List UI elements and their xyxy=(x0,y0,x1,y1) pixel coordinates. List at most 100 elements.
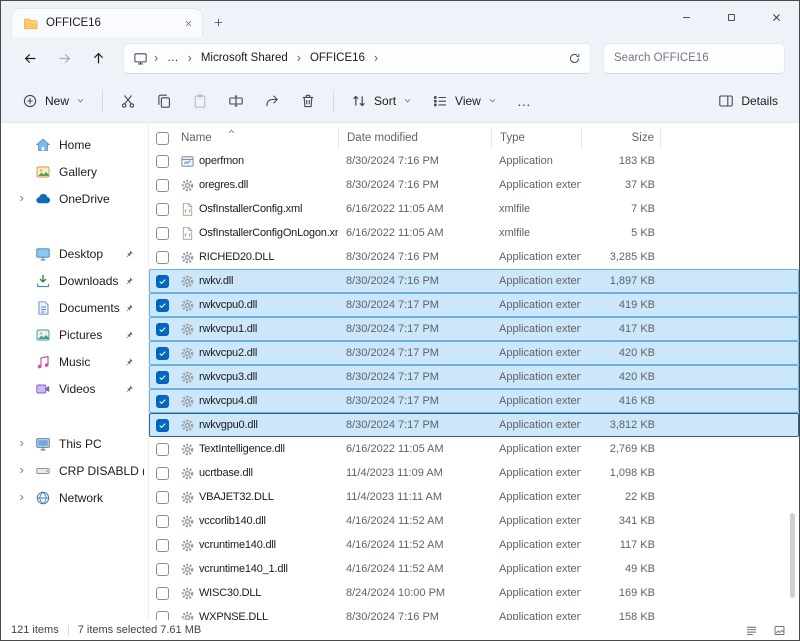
row-checkbox[interactable] xyxy=(156,179,169,192)
file-row-osfinstallerconfig-xml[interactable]: OsfInstallerConfig.xml 6/16/2022 11:05 A… xyxy=(149,197,799,221)
sidebar-item-documents[interactable]: Documents xyxy=(5,294,144,321)
forward-button[interactable] xyxy=(49,43,79,73)
chevron-right-icon[interactable] xyxy=(17,439,35,448)
file-row-rwkv-dll[interactable]: rwkv.dll 8/30/2024 7:16 PM Application e… xyxy=(149,269,799,293)
large-icons-view-button[interactable] xyxy=(769,622,789,638)
see-more-button[interactable]: … xyxy=(508,85,541,117)
scrollbar-thumb[interactable] xyxy=(790,513,795,598)
row-checkbox[interactable] xyxy=(156,323,169,336)
row-checkbox[interactable] xyxy=(156,467,169,480)
chevron-right-icon[interactable] xyxy=(17,303,35,312)
chevron-right-icon[interactable] xyxy=(17,140,35,149)
file-row-wisc30-dll[interactable]: WISC30.DLL 8/24/2024 10:00 PM Applicatio… xyxy=(149,581,799,605)
details-view-button[interactable] xyxy=(741,622,761,638)
file-row-vccorlib140-dll[interactable]: vccorlib140.dll 4/16/2024 11:52 AM Appli… xyxy=(149,509,799,533)
minimize-button[interactable] xyxy=(664,1,709,34)
breadcrumb-office16[interactable]: OFFICE16 xyxy=(304,49,371,67)
file-row-osfinstallerconfigonlogon-xml[interactable]: OsfInstallerConfigOnLogon.xml 6/16/2022 … xyxy=(149,221,799,245)
sidebar-item-crp-disabld-d[interactable]: CRP DISABLD (D:) xyxy=(5,457,144,484)
file-row-rwkvgpu0-dll[interactable]: rwkvgpu0.dll 8/30/2024 7:17 PM Applicati… xyxy=(149,413,799,437)
file-row-rwkvcpu1-dll[interactable]: rwkvcpu1.dll 8/30/2024 7:17 PM Applicati… xyxy=(149,317,799,341)
file-row-vbajet32-dll[interactable]: VBAJET32.DLL 11/4/2023 11:11 AM Applicat… xyxy=(149,485,799,509)
row-checkbox[interactable] xyxy=(156,347,169,360)
breadcrumb-chevron[interactable]: › xyxy=(372,51,380,65)
row-checkbox[interactable] xyxy=(156,299,169,312)
row-checkbox[interactable] xyxy=(156,611,169,621)
file-row-operfmon[interactable]: operfmon 8/30/2024 7:16 PM Application 1… xyxy=(149,149,799,173)
sidebar-item-gallery[interactable]: Gallery xyxy=(5,158,144,185)
row-checkbox[interactable] xyxy=(156,203,169,216)
file-row-rwkvcpu2-dll[interactable]: rwkvcpu2.dll 8/30/2024 7:17 PM Applicati… xyxy=(149,341,799,365)
new-button[interactable]: New xyxy=(13,85,94,117)
details-button[interactable]: Details xyxy=(709,85,787,117)
chevron-right-icon[interactable] xyxy=(17,194,35,203)
row-checkbox[interactable] xyxy=(156,155,169,168)
breadcrumb-microsoft-shared[interactable]: Microsoft Shared xyxy=(195,49,294,67)
monitor-icon[interactable] xyxy=(133,51,148,66)
column-header-size[interactable]: Size xyxy=(581,127,661,149)
row-checkbox[interactable] xyxy=(156,227,169,240)
row-checkbox[interactable] xyxy=(156,371,169,384)
row-checkbox[interactable] xyxy=(156,395,169,408)
back-button[interactable] xyxy=(15,43,45,73)
breadcrumb-chevron[interactable]: › xyxy=(152,51,160,65)
vertical-scrollbar[interactable] xyxy=(790,123,796,620)
chevron-right-icon[interactable] xyxy=(17,384,35,393)
refresh-icon[interactable] xyxy=(568,52,581,65)
file-row-rwkvcpu3-dll[interactable]: rwkvcpu3.dll 8/30/2024 7:17 PM Applicati… xyxy=(149,365,799,389)
sidebar-item-downloads[interactable]: Downloads xyxy=(5,267,144,294)
column-header-date-modified[interactable]: Date modified xyxy=(338,127,491,149)
file-row-rwkvcpu0-dll[interactable]: rwkvcpu0.dll 8/30/2024 7:17 PM Applicati… xyxy=(149,293,799,317)
search-box[interactable] xyxy=(603,43,785,74)
breadcrumb-chevron[interactable]: › xyxy=(295,51,303,65)
chevron-right-icon[interactable] xyxy=(17,466,35,475)
rename-button[interactable] xyxy=(219,85,253,117)
copy-button[interactable] xyxy=(147,85,181,117)
cut-button[interactable] xyxy=(111,85,145,117)
sidebar-item-onedrive[interactable]: OneDrive xyxy=(5,185,144,212)
row-checkbox[interactable] xyxy=(156,275,169,288)
sort-button[interactable]: Sort xyxy=(342,85,421,117)
chevron-right-icon[interactable] xyxy=(17,357,35,366)
close-button[interactable] xyxy=(754,1,799,34)
column-header-type[interactable]: Type xyxy=(491,127,581,149)
view-button[interactable]: View xyxy=(423,85,506,117)
sidebar-item-pictures[interactable]: Pictures xyxy=(5,321,144,348)
search-input[interactable] xyxy=(614,52,774,64)
tab-office16[interactable]: OFFICE16 xyxy=(11,8,203,37)
chevron-right-icon[interactable] xyxy=(17,276,35,285)
file-row-riched20-dll[interactable]: RICHED20.DLL 8/30/2024 7:16 PM Applicati… xyxy=(149,245,799,269)
breadcrumb-chevron[interactable]: › xyxy=(186,51,194,65)
file-row-textintelligence-dll[interactable]: TextIntelligence.dll 6/16/2022 11:05 AM … xyxy=(149,437,799,461)
up-button[interactable] xyxy=(83,43,113,73)
sidebar-item-music[interactable]: Music xyxy=(5,348,144,375)
row-checkbox[interactable] xyxy=(156,539,169,552)
paste-button[interactable] xyxy=(183,85,217,117)
row-checkbox[interactable] xyxy=(156,587,169,600)
file-row-wxpnse-dll[interactable]: WXPNSE.DLL 8/30/2024 7:16 PM Application… xyxy=(149,605,799,620)
chevron-right-icon[interactable] xyxy=(17,167,35,176)
select-all-checkbox[interactable] xyxy=(156,132,169,145)
sidebar-item-home[interactable]: Home xyxy=(5,131,144,158)
chevron-right-icon[interactable] xyxy=(17,330,35,339)
row-checkbox[interactable] xyxy=(156,515,169,528)
row-checkbox[interactable] xyxy=(156,419,169,432)
address-bar[interactable]: › … › Microsoft Shared › OFFICE16 › xyxy=(123,43,591,74)
breadcrumb-overflow[interactable]: … xyxy=(161,49,185,67)
file-row-oregres-dll[interactable]: oregres.dll 8/30/2024 7:16 PM Applicatio… xyxy=(149,173,799,197)
chevron-right-icon[interactable] xyxy=(17,249,35,258)
sidebar-item-videos[interactable]: Videos xyxy=(5,375,144,402)
sidebar-item-network[interactable]: Network xyxy=(5,484,144,511)
new-tab-button[interactable] xyxy=(213,17,224,28)
row-checkbox[interactable] xyxy=(156,443,169,456)
row-checkbox[interactable] xyxy=(156,563,169,576)
file-row-vcruntime140-1-dll[interactable]: vcruntime140_1.dll 4/16/2024 11:52 AM Ap… xyxy=(149,557,799,581)
chevron-right-icon[interactable] xyxy=(17,493,35,502)
column-header-name[interactable]: Name xyxy=(175,127,338,149)
sidebar-item-this-pc[interactable]: This PC xyxy=(5,430,144,457)
row-checkbox[interactable] xyxy=(156,251,169,264)
tab-close-icon[interactable] xyxy=(184,19,193,28)
share-button[interactable] xyxy=(255,85,289,117)
file-row-vcruntime140-dll[interactable]: vcruntime140.dll 4/16/2024 11:52 AM Appl… xyxy=(149,533,799,557)
maximize-button[interactable] xyxy=(709,1,754,34)
